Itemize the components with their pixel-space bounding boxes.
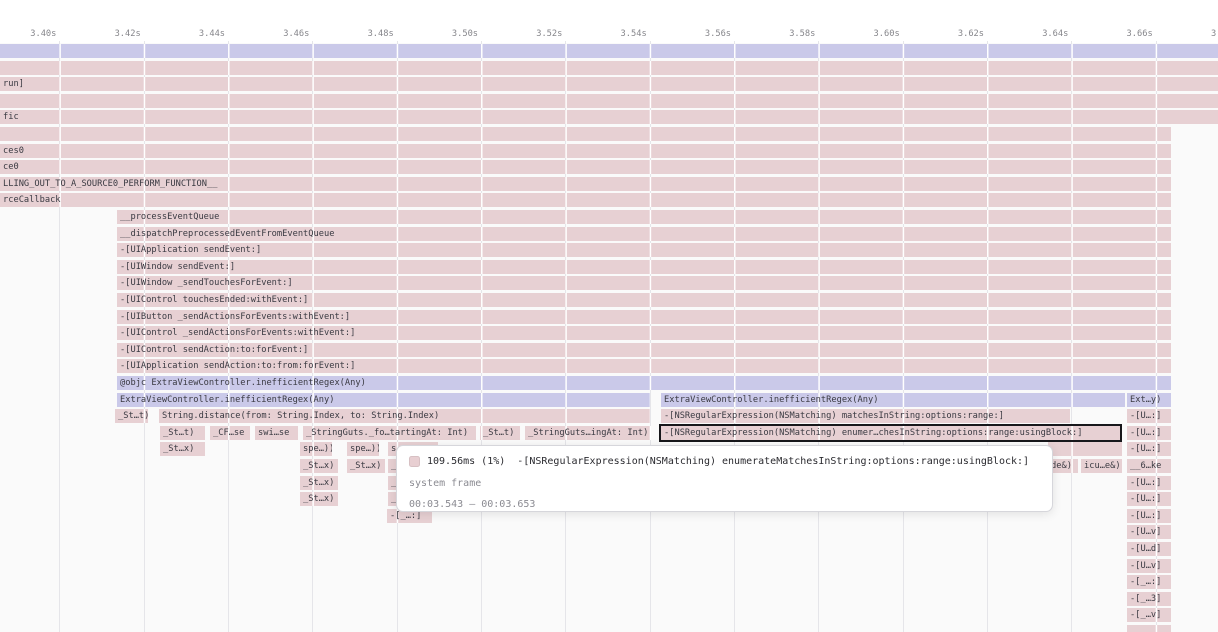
flame-bar[interactable]: ExtraViewController.inefficientRegex(Any… — [117, 393, 650, 407]
flame-bar[interactable]: _St…x) — [300, 476, 338, 490]
flame-bar[interactable]: rceCallback — [0, 193, 1171, 207]
flame-bar[interactable]: fic — [0, 110, 1218, 124]
flame-bar[interactable]: -[U…:] — [1127, 426, 1171, 440]
flame-bar[interactable]: -[U…v] — [1127, 559, 1171, 573]
flame-bar[interactable]: -[UIControl sendAction:to:forEvent:] — [117, 343, 1171, 357]
time-label: 3.44s — [199, 29, 225, 39]
flame-bar[interactable]: __dispatchPreprocessedEventFromEventQueu… — [117, 227, 1171, 241]
flame-bar[interactable]: -[_…v] — [1127, 608, 1171, 622]
flame-bar[interactable]: -[_…:] — [1127, 575, 1171, 589]
flame-bar[interactable]: spe…)) — [347, 442, 379, 456]
flame-bar[interactable]: LLING_OUT_TO_A_SOURCE0_PERFORM_FUNCTION_… — [0, 177, 1171, 191]
time-label: 3.50s — [452, 29, 478, 39]
time-label: 3.60s — [874, 29, 900, 39]
time-label: 3.62s — [958, 29, 984, 39]
flame-bar[interactable]: spe…)) — [300, 442, 332, 456]
flame-bar[interactable]: _St…x) — [160, 442, 205, 456]
flame-bar[interactable]: -[U…:] — [1127, 409, 1171, 423]
time-label-partial: 3. — [1211, 29, 1218, 39]
flame-bar[interactable]: _St…x) — [300, 459, 338, 473]
tooltip: 109.56ms (1%) -[NSRegularExpression(NSMa… — [396, 445, 1053, 512]
instruments-flame-chart: 3.40s 3.42s 3.44s 3.46s 3.48s 3.50s 3.52s 3.54s… — [0, 0, 1218, 632]
tooltip-title-line: 109.56ms (1%) -[NSRegularExpression(NSMa… — [409, 455, 1040, 469]
flame-bar[interactable] — [1127, 625, 1171, 632]
flame-bar[interactable]: -[U…:] — [1127, 476, 1171, 490]
time-label: 3.56s — [705, 29, 731, 39]
time-label: 3.66s — [1127, 29, 1153, 39]
flame-bar[interactable]: _St…x) — [300, 492, 338, 506]
flame-bar[interactable]: _CF…se — [210, 426, 250, 440]
time-label: 3.42s — [115, 29, 141, 39]
flame-bar[interactable]: ces0 — [0, 144, 1171, 158]
flame-bar[interactable]: _St…t) — [115, 409, 148, 423]
time-label: 3.54s — [621, 29, 647, 39]
flame-bar[interactable]: _StringGuts…ingAt: Int) — [525, 426, 651, 440]
flame-bar[interactable]: String.distance(from: String.Index, to: … — [159, 409, 650, 423]
flame-bar[interactable]: swi…se — [255, 426, 298, 440]
time-label: 3.40s — [30, 29, 56, 39]
flame-bar[interactable]: -[UIWindow sendEvent:] — [117, 260, 1171, 274]
flame-bar[interactable] — [1048, 442, 1122, 456]
flame-bar[interactable]: -[U…d] — [1127, 542, 1171, 556]
flame-bar[interactable] — [0, 94, 1218, 108]
flame-bar[interactable]: run] — [0, 77, 1218, 91]
flame-bar[interactable]: __processEventQueue — [117, 210, 1171, 224]
flame-bar[interactable]: -[U…v] — [1127, 525, 1171, 539]
flame-bar[interactable]: -[UIControl _sendActionsForEvents:withEv… — [117, 326, 1171, 340]
flame-bar[interactable]: -[UIButton _sendActionsForEvents:withEve… — [117, 310, 1171, 324]
time-label: 3.58s — [789, 29, 815, 39]
tooltip-subtitle: system frame — [409, 477, 1040, 491]
flame-bar[interactable]: -[UIApplication sendEvent:] — [117, 243, 1171, 257]
flame-bar[interactable]: -[UIControl touchesEnded:withEvent:] — [117, 293, 1171, 307]
flame-bar[interactable] — [0, 44, 1218, 58]
flame-bar[interactable]: _St…t) — [160, 426, 205, 440]
tooltip-time-range: 00:03.543 — 00:03.653 — [409, 498, 1040, 512]
time-label: 3.48s — [368, 29, 394, 39]
flame-bar[interactable]: _StringGuts._fo…tartingAt: Int) — [303, 426, 476, 440]
flame-bar[interactable]: Ext…y) — [1127, 393, 1171, 407]
frame-color-swatch-icon — [409, 456, 420, 467]
flame-bar[interactable]: @objc ExtraViewController.inefficientReg… — [117, 376, 1171, 390]
flame-bar[interactable]: ce0 — [0, 160, 1171, 174]
flame-bar[interactable]: -[UIWindow _sendTouchesForEvent:] — [117, 276, 1171, 290]
flame-bar[interactable]: _St…x) — [347, 459, 385, 473]
flame-bar-selected[interactable]: -[NSRegularExpression(NSMatching) enumer… — [661, 426, 1120, 440]
time-label: 3.52s — [536, 29, 562, 39]
flame-bar[interactable]: -[_…3] — [1127, 592, 1171, 606]
flame-bar[interactable]: -[NSRegularExpression(NSMatching) matche… — [661, 409, 1070, 423]
flame-bar[interactable]: _St…t) — [480, 426, 520, 440]
flame-bar[interactable]: icu…e&) — [1081, 459, 1122, 473]
flame-bar[interactable]: -[UIApplication sendAction:to:from:forEv… — [117, 359, 1171, 373]
time-label: 3.64s — [1042, 29, 1068, 39]
flame-bar[interactable] — [0, 61, 1218, 75]
flame-bar[interactable]: -[U…:] — [1127, 492, 1171, 506]
flame-bar[interactable]: -[U…:] — [1127, 442, 1171, 456]
time-label: 3.46s — [283, 29, 309, 39]
flame-bar[interactable]: -[U…:] — [1127, 509, 1171, 523]
flame-bar[interactable]: __6…ke — [1127, 459, 1171, 473]
tooltip-title: 109.56ms (1%) -[NSRegularExpression(NSMa… — [427, 455, 1029, 469]
flame-bar[interactable] — [0, 127, 1171, 141]
flame-bar[interactable]: ExtraViewController.inefficientRegex(Any… — [661, 393, 1125, 407]
